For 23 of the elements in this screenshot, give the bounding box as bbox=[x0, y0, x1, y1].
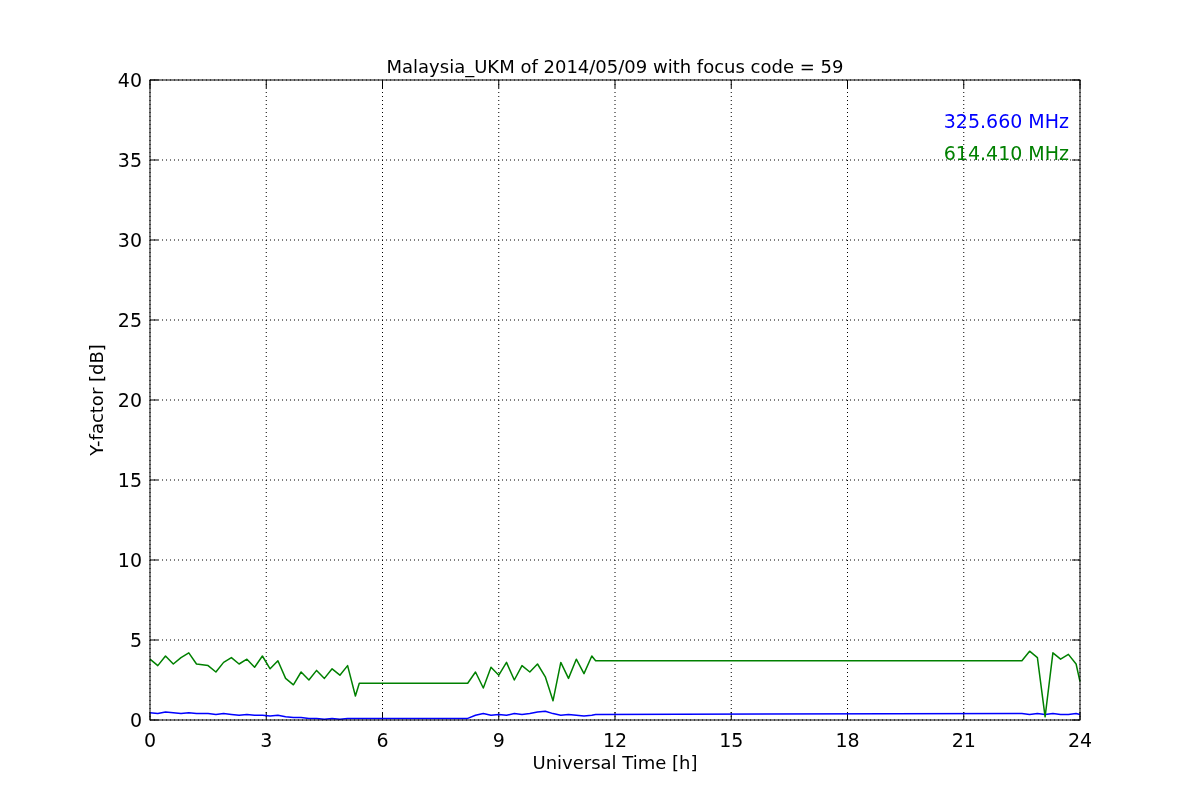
y-tick-label: 40 bbox=[117, 69, 142, 91]
y-tick-label: 10 bbox=[117, 549, 142, 571]
legend-label: 325.660 MHz bbox=[943, 110, 1069, 132]
x-tick-label: 9 bbox=[492, 729, 505, 751]
legend-label: 614.410 MHz bbox=[943, 142, 1069, 164]
x-tick-label: 3 bbox=[260, 729, 273, 751]
y-tick-label: 35 bbox=[117, 149, 142, 171]
y-tick-label: 0 bbox=[129, 709, 142, 731]
x-tick-label: 15 bbox=[719, 729, 744, 751]
x-tick-label: 24 bbox=[1067, 729, 1093, 751]
y-axis-label: Y-factor [dB] bbox=[86, 344, 107, 456]
x-tick-label: 0 bbox=[143, 729, 157, 751]
x-tick-label: 12 bbox=[602, 729, 628, 751]
y-tick-label: 15 bbox=[117, 469, 142, 491]
y-tick-label: 5 bbox=[129, 629, 142, 651]
y-tick-label: 25 bbox=[117, 309, 142, 331]
x-tick-label: 6 bbox=[376, 729, 389, 751]
y-tick-label: 30 bbox=[117, 229, 142, 251]
y-tick-label: 20 bbox=[117, 389, 142, 411]
chart-title: Malaysia_UKM of 2014/05/09 with focus code = 59 bbox=[386, 56, 844, 77]
x-tick-label: 18 bbox=[835, 729, 860, 751]
x-tick-label: 21 bbox=[951, 729, 976, 751]
x-axis-label: Universal Time [h] bbox=[532, 752, 698, 773]
